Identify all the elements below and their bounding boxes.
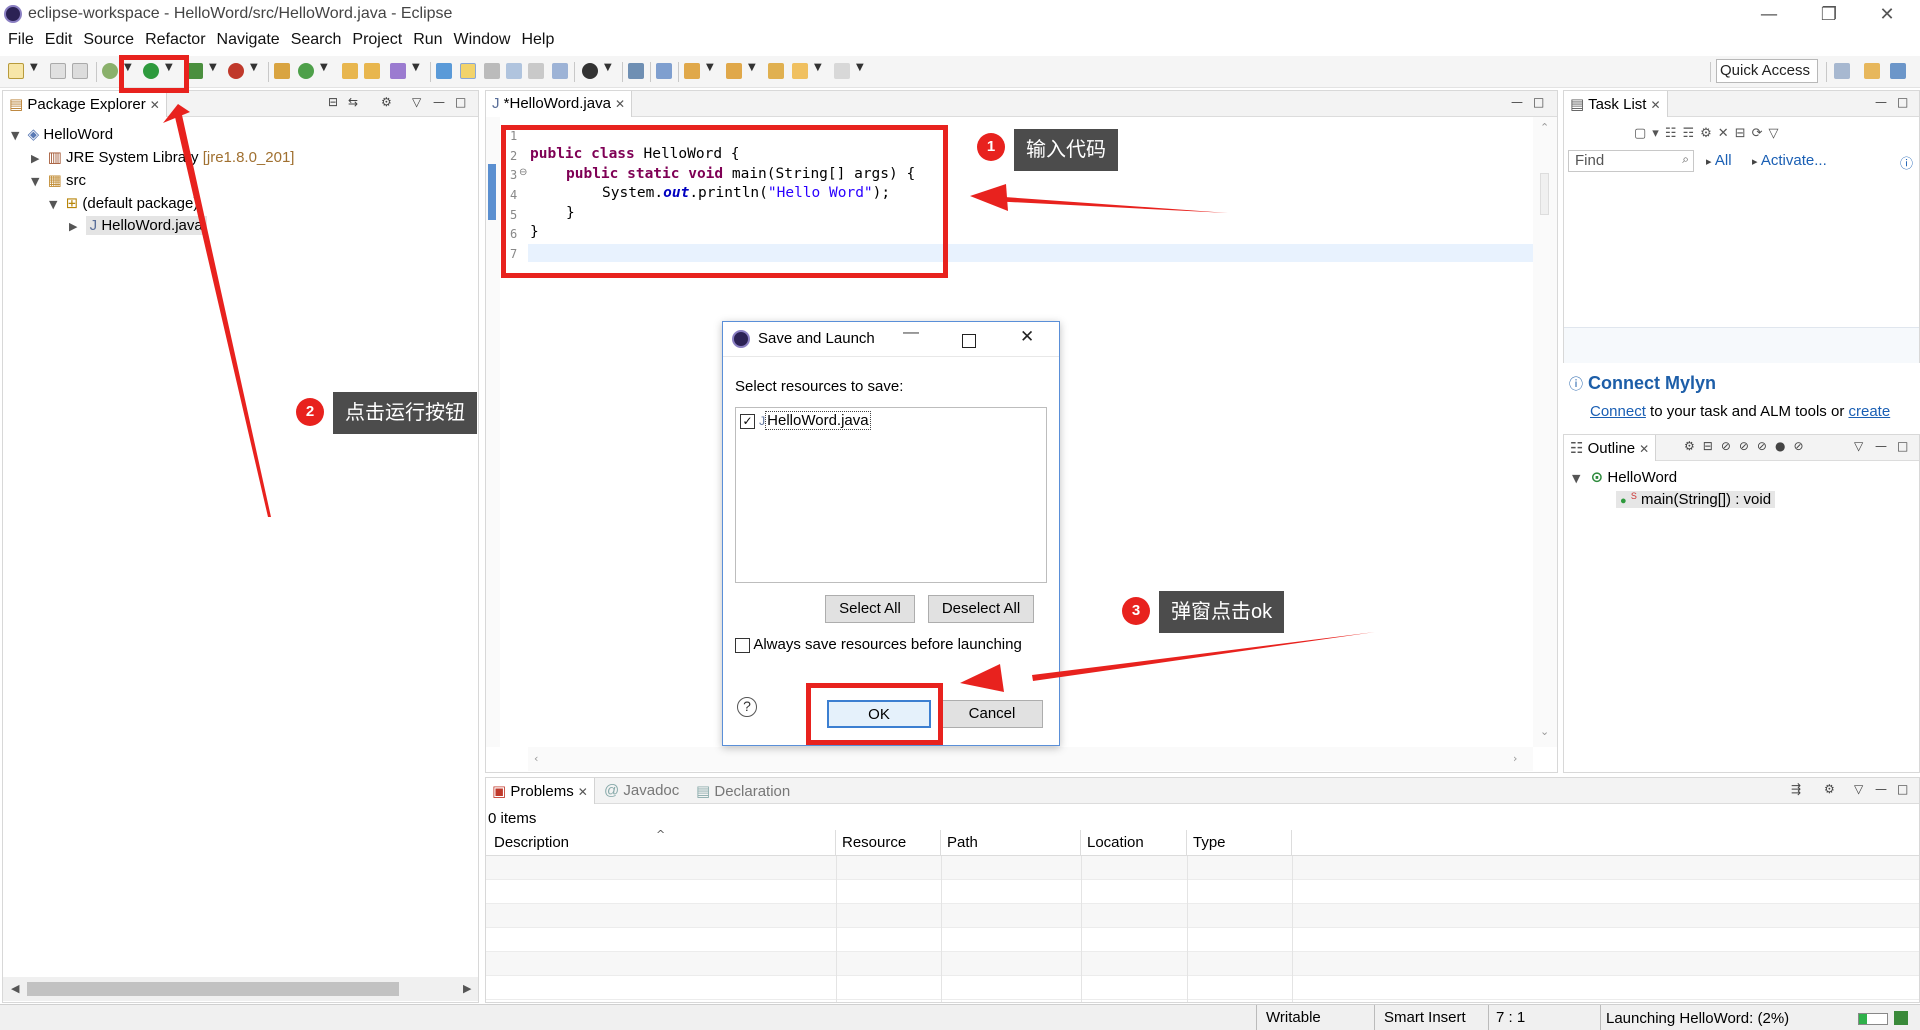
arrow-to-ok-button — [1032, 632, 1375, 681]
annotation-badge-2: 2 — [296, 398, 324, 426]
arrow-to-run-button — [175, 115, 271, 517]
arrow-to-code — [990, 196, 1228, 213]
annotation-callout-2: 点击运行按钮 — [333, 392, 477, 434]
annotation-callout-1: 输入代码 — [1014, 129, 1118, 171]
annotation-arrows — [163, 104, 1375, 692]
annotation-badge-3: 3 — [1122, 597, 1150, 625]
annotation-callout-3: 弹窗点击ok — [1159, 591, 1285, 633]
annotation-badge-1: 1 — [977, 133, 1005, 161]
